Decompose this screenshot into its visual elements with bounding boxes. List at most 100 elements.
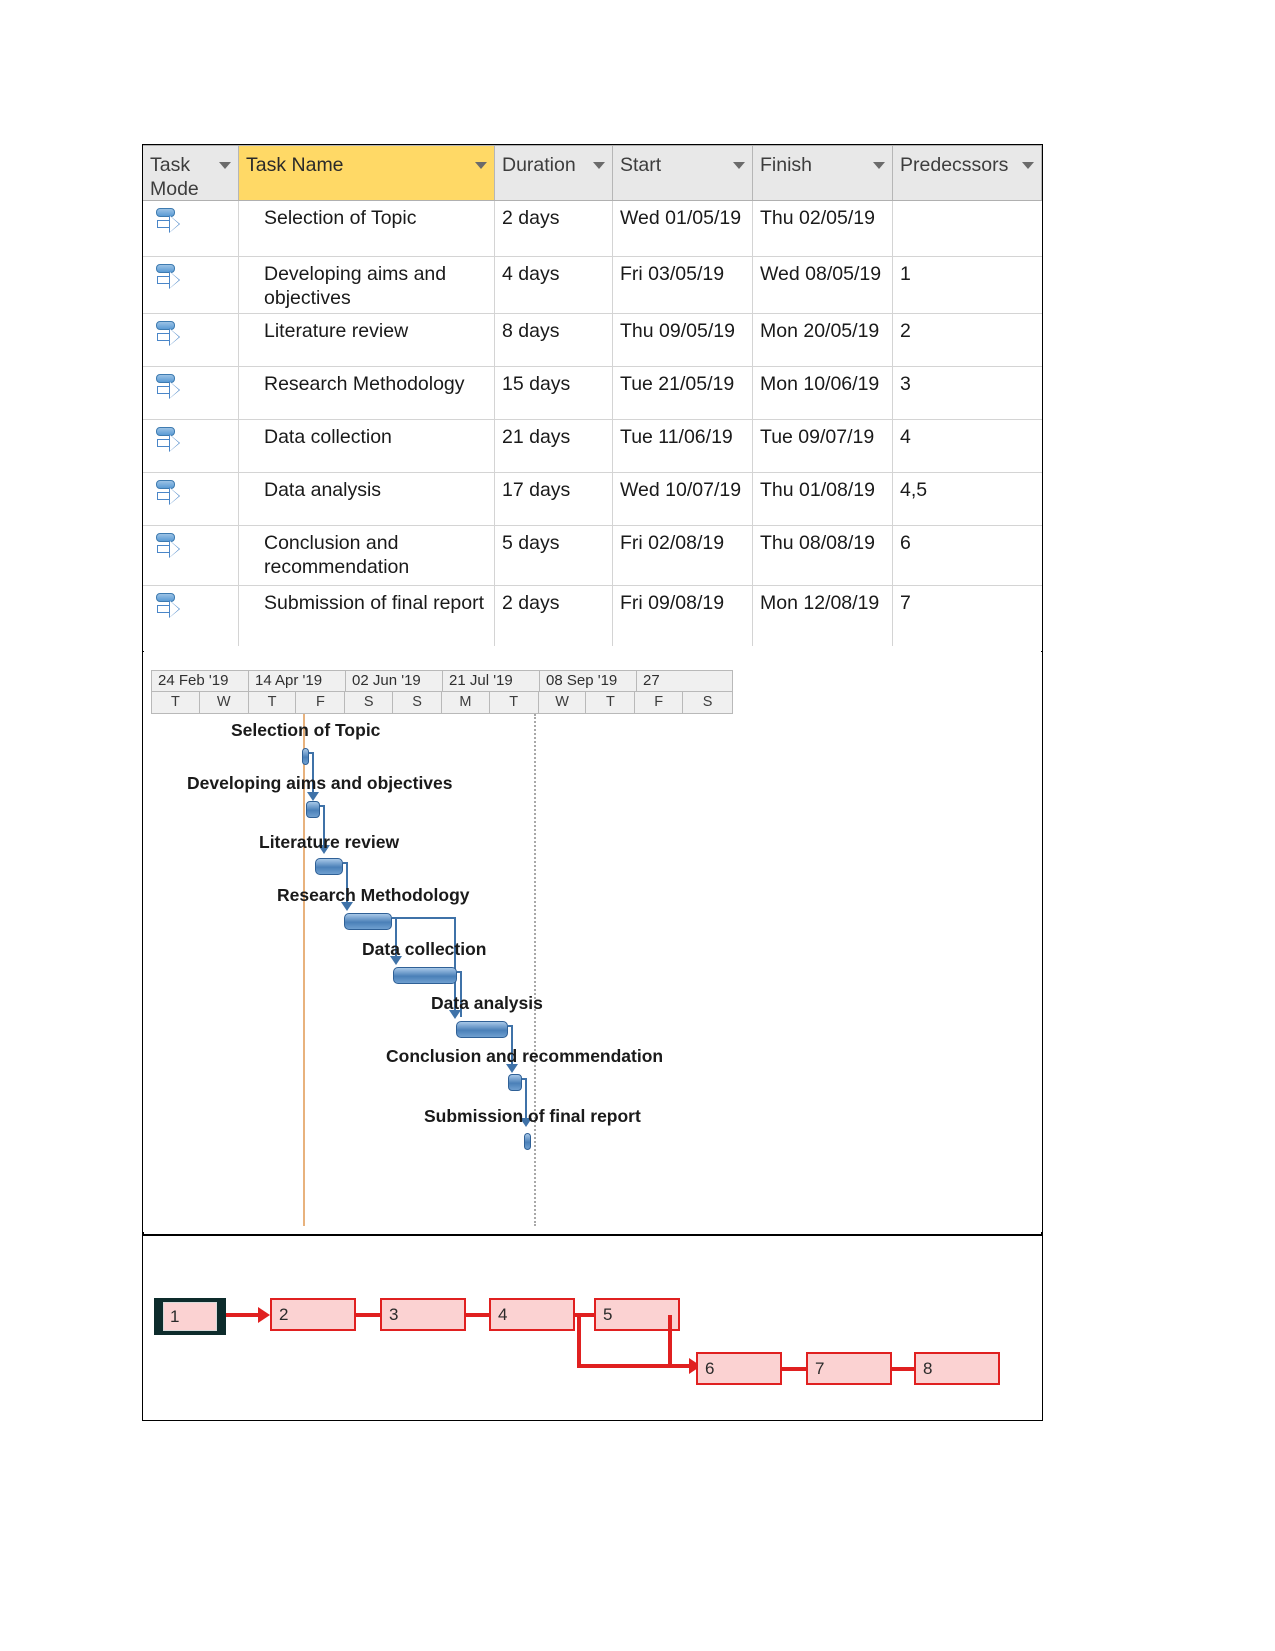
cell-finish[interactable]: Mon 20/05/19 <box>753 314 893 366</box>
network-node-1[interactable]: 1 <box>154 1298 226 1335</box>
cell-duration[interactable]: 21 days <box>495 420 613 472</box>
duration-text: 4 days <box>502 263 560 285</box>
cell-finish[interactable]: Mon 12/08/19 <box>753 586 893 646</box>
column-header-duration[interactable]: Duration <box>495 146 613 200</box>
cell-task-name[interactable]: Developing aims and objectives <box>239 257 495 313</box>
cell-start[interactable]: Wed 10/07/19 <box>613 473 753 525</box>
task-name-text: Developing aims and objectives <box>264 263 447 309</box>
column-header-start[interactable]: Start <box>613 146 753 200</box>
cell-task-mode[interactable] <box>143 473 239 525</box>
column-header-task-mode[interactable]: Task Mode <box>143 146 239 200</box>
cell-task-name[interactable]: Selection of Topic <box>239 201 495 256</box>
filter-dropdown-icon[interactable] <box>475 162 487 169</box>
cell-duration[interactable]: 5 days <box>495 526 613 585</box>
cell-duration[interactable]: 2 days <box>495 201 613 256</box>
column-header-task-name[interactable]: Task Name <box>239 146 495 200</box>
column-header-predecessors[interactable]: Predecssors <box>893 146 1042 200</box>
cell-duration[interactable]: 15 days <box>495 367 613 419</box>
table-row[interactable]: Data collection 21 days Tue 11/06/19 Tue… <box>143 420 1042 473</box>
cell-duration[interactable]: 2 days <box>495 586 613 646</box>
gantt-bar[interactable] <box>524 1133 531 1150</box>
cell-duration[interactable]: 4 days <box>495 257 613 313</box>
network-node-3[interactable]: 3 <box>380 1298 466 1331</box>
cell-duration[interactable]: 8 days <box>495 314 613 366</box>
finish-text: Mon 12/08/19 <box>760 592 880 614</box>
cell-start[interactable]: Fri 02/08/19 <box>613 526 753 585</box>
cell-task-mode[interactable] <box>143 526 239 585</box>
auto-schedule-icon <box>155 208 180 238</box>
filter-dropdown-icon[interactable] <box>593 162 605 169</box>
network-edge <box>668 1315 672 1368</box>
cell-task-mode[interactable] <box>143 201 239 256</box>
filter-dropdown-icon[interactable] <box>219 162 231 169</box>
timescale-minor-tick: S <box>345 692 394 713</box>
network-node-4[interactable]: 4 <box>489 1298 575 1331</box>
cell-start[interactable]: Thu 09/05/19 <box>613 314 753 366</box>
cell-duration[interactable]: 17 days <box>495 473 613 525</box>
cell-task-name[interactable]: Submission of final report <box>239 586 495 646</box>
table-row[interactable]: Developing aims and objectives 4 days Fr… <box>143 257 1042 314</box>
network-node-2[interactable]: 2 <box>270 1298 356 1331</box>
cell-task-mode[interactable] <box>143 257 239 313</box>
cell-task-name[interactable]: Data collection <box>239 420 495 472</box>
cell-task-name[interactable]: Conclusion and recommendation <box>239 526 495 585</box>
cell-start[interactable]: Fri 03/05/19 <box>613 257 753 313</box>
timescale-minor-tick: F <box>635 692 684 713</box>
gantt-bar-label: Conclusion and recommendation <box>386 1046 664 1066</box>
gantt-bar[interactable] <box>302 748 309 765</box>
cell-start[interactable]: Wed 01/05/19 <box>613 201 753 256</box>
cell-finish[interactable]: Mon 10/06/19 <box>753 367 893 419</box>
cell-start[interactable]: Fri 09/08/19 <box>613 586 753 646</box>
cell-predecessors[interactable]: 3 <box>893 367 1042 419</box>
network-node-6[interactable]: 6 <box>696 1352 782 1385</box>
cell-predecessors[interactable]: 1 <box>893 257 1042 313</box>
table-row[interactable]: Submission of final report 2 days Fri 09… <box>143 586 1042 646</box>
column-header-label: Task Name <box>246 154 344 176</box>
cell-predecessors[interactable]: 2 <box>893 314 1042 366</box>
cell-finish[interactable]: Thu 01/08/19 <box>753 473 893 525</box>
cell-predecessors[interactable]: 4 <box>893 420 1042 472</box>
cell-task-mode[interactable] <box>143 420 239 472</box>
cell-finish[interactable]: Thu 08/08/19 <box>753 526 893 585</box>
gantt-bar[interactable] <box>456 1021 508 1038</box>
gantt-bar[interactable] <box>344 913 392 930</box>
column-header-finish[interactable]: Finish <box>753 146 893 200</box>
cell-start[interactable]: Tue 11/06/19 <box>613 420 753 472</box>
column-header-label: Predecssors <box>900 154 1009 176</box>
cell-predecessors[interactable] <box>893 201 1042 256</box>
cell-finish[interactable]: Wed 08/05/19 <box>753 257 893 313</box>
filter-dropdown-icon[interactable] <box>1022 162 1034 169</box>
filter-dropdown-icon[interactable] <box>873 162 885 169</box>
table-row[interactable]: Data analysis 17 days Wed 10/07/19 Thu 0… <box>143 473 1042 526</box>
gantt-bar[interactable] <box>508 1074 522 1091</box>
cell-predecessors[interactable]: 4,5 <box>893 473 1042 525</box>
auto-schedule-icon <box>155 321 180 351</box>
table-row[interactable]: Research Methodology 15 days Tue 21/05/1… <box>143 367 1042 420</box>
dependency-link <box>457 971 462 973</box>
cell-finish[interactable]: Tue 09/07/19 <box>753 420 893 472</box>
gantt-bar[interactable] <box>315 858 343 875</box>
gantt-bar[interactable] <box>393 967 457 984</box>
cell-start[interactable]: Tue 21/05/19 <box>613 367 753 419</box>
cell-task-mode[interactable] <box>143 586 239 646</box>
cell-predecessors[interactable]: 6 <box>893 526 1042 585</box>
cell-task-name[interactable]: Literature review <box>239 314 495 366</box>
table-row[interactable]: Literature review 8 days Thu 09/05/19 Mo… <box>143 314 1042 367</box>
gantt-timescale: 24 Feb '19 14 Apr '19 02 Jun '19 21 Jul … <box>151 670 733 714</box>
gantt-chart: 24 Feb '19 14 Apr '19 02 Jun '19 21 Jul … <box>143 652 1042 1232</box>
table-row[interactable]: Selection of Topic 2 days Wed 01/05/19 T… <box>143 201 1042 257</box>
predecessors-text: 4 <box>900 426 911 448</box>
filter-dropdown-icon[interactable] <box>733 162 745 169</box>
gantt-bar[interactable] <box>306 801 320 818</box>
cell-task-name[interactable]: Data analysis <box>239 473 495 525</box>
cell-finish[interactable]: Thu 02/05/19 <box>753 201 893 256</box>
gantt-bar-label: Selection of Topic <box>231 720 381 740</box>
cell-task-mode[interactable] <box>143 314 239 366</box>
network-node-7[interactable]: 7 <box>806 1352 892 1385</box>
cell-task-mode[interactable] <box>143 367 239 419</box>
network-arrow-icon <box>258 1307 270 1323</box>
network-node-8[interactable]: 8 <box>914 1352 1000 1385</box>
table-row[interactable]: Conclusion and recommendation 5 days Fri… <box>143 526 1042 586</box>
cell-predecessors[interactable]: 7 <box>893 586 1042 646</box>
cell-task-name[interactable]: Research Methodology <box>239 367 495 419</box>
